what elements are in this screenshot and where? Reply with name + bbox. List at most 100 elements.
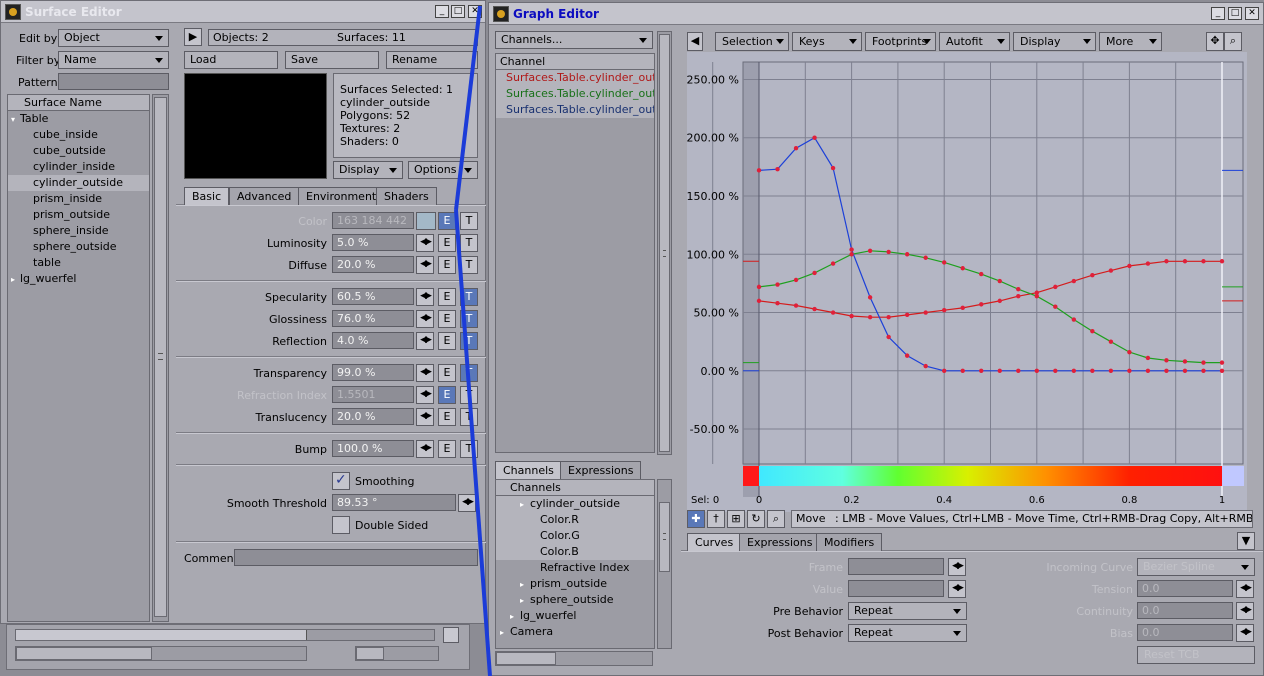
smooth-threshold-slider-icon[interactable]: ◀▶ [458, 494, 476, 512]
curve-key-point[interactable] [775, 167, 780, 172]
param-envelope-button[interactable]: E [438, 364, 456, 382]
param-slider-icon[interactable]: ◀▶ [416, 234, 434, 252]
expand-icon[interactable]: ▸ [510, 609, 520, 625]
value-input[interactable] [848, 580, 944, 597]
curve-key-point[interactable] [1145, 355, 1151, 361]
param-slider-icon[interactable]: ◀▶ [416, 310, 434, 328]
frame-input[interactable] [848, 558, 944, 575]
param-envelope-button[interactable]: E [438, 234, 456, 252]
channel-tree[interactable]: Channels ▸ cylinder_outside Color.R Color.G… [495, 479, 655, 649]
param-texture-button[interactable]: T [460, 408, 478, 426]
close-icon[interactable]: ✕ [1245, 7, 1259, 20]
channel-tree-item[interactable]: Color.R [496, 512, 654, 528]
curve-key-point[interactable] [1108, 339, 1114, 344]
curve-key-point[interactable] [867, 248, 873, 253]
surface-list[interactable]: Surface Name ▾ Table cube_inside cube_outsi… [7, 94, 150, 622]
channel-bin-item[interactable]: Surfaces.Table.cylinder_out ... [496, 102, 654, 118]
curve-key-point[interactable] [1071, 317, 1077, 322]
surface-list-item[interactable]: sphere_outside [8, 239, 149, 255]
curve-key-point[interactable] [756, 168, 762, 173]
curve-key-point[interactable] [793, 277, 799, 283]
param-envelope-button[interactable]: E [438, 288, 456, 306]
graph-editor-titlebar[interactable]: Graph Editor _ □ ✕ [489, 3, 1263, 25]
channels-dropdown[interactable]: Channels... [495, 31, 653, 49]
curve-key-point[interactable] [1164, 358, 1169, 363]
curve-key-point[interactable] [1071, 368, 1077, 373]
channel-tree-item[interactable]: ▸ sphere_outside [496, 592, 654, 608]
channel-tree-item[interactable]: ▸ cylinder_outside [496, 496, 654, 512]
param-slider-icon[interactable]: ◀▶ [416, 440, 434, 458]
param-slider-icon[interactable]: ◀▶ [416, 332, 434, 350]
toolbar-footprints-menu[interactable]: Footprints [865, 32, 936, 51]
curve-key-point[interactable] [1164, 259, 1169, 264]
surface-list-item[interactable]: ▾ Table [8, 111, 149, 127]
param-envelope-button[interactable]: E [438, 310, 456, 328]
param-texture-button[interactable]: T [460, 234, 478, 252]
curve-key-point[interactable] [942, 368, 947, 373]
channel-tree-item[interactable]: ▸ Camera [496, 624, 654, 640]
param-slider-icon[interactable]: ◀▶ [416, 408, 434, 426]
surface-list-item[interactable]: cylinder_outside [8, 175, 149, 191]
curve-key-point[interactable] [812, 135, 817, 140]
curve-key-point[interactable] [1016, 368, 1021, 373]
close-icon[interactable]: ✕ [468, 5, 482, 18]
curve-key-point[interactable] [867, 314, 873, 320]
curve-key-point[interactable] [1182, 368, 1188, 373]
minimize-icon[interactable]: _ [435, 5, 449, 18]
options-dropdown[interactable]: Options [408, 161, 478, 179]
param-slider-icon[interactable]: ◀▶ [416, 386, 434, 404]
curve-key-point[interactable] [1053, 284, 1058, 290]
channel-bin-list[interactable]: Channel Surfaces.Table.cylinder_out ... S… [495, 53, 655, 453]
curve-key-point[interactable] [849, 252, 854, 257]
horizontal-scrollbar[interactable] [15, 646, 307, 661]
curve-key-point[interactable] [979, 271, 984, 277]
curve-key-point[interactable] [979, 302, 984, 307]
curve-key-point[interactable] [923, 310, 928, 315]
tab-channels[interactable]: Channels [495, 461, 562, 479]
surface-list-scrollbar[interactable] [152, 94, 169, 622]
color-envelope-button[interactable]: E [438, 212, 456, 230]
curve-key-point[interactable] [904, 252, 910, 257]
curve-key-point[interactable] [886, 249, 891, 255]
display-dropdown[interactable]: Display [333, 161, 403, 179]
roll-tool-icon[interactable]: ↻ [747, 510, 765, 528]
tension-slider-icon[interactable]: ◀▶ [1236, 580, 1254, 598]
curve-key-point[interactable] [997, 368, 1002, 373]
curve-key-point[interactable] [1053, 368, 1058, 373]
toolbar-display-menu[interactable]: Display [1013, 32, 1096, 51]
curve-key-point[interactable] [923, 255, 928, 260]
param-slider-icon[interactable]: ◀▶ [416, 288, 434, 306]
play-icon[interactable]: ▶ [184, 28, 202, 46]
maximize-icon[interactable]: □ [451, 5, 465, 18]
tab-environment[interactable]: Environment [298, 187, 385, 205]
curve-key-point[interactable] [1071, 278, 1077, 284]
incoming-curve-dropdown[interactable]: Bezier Spline [1137, 558, 1255, 576]
scroll-thumb[interactable] [659, 34, 670, 452]
color-texture-button[interactable]: T [460, 212, 478, 230]
curve-key-point[interactable] [830, 261, 836, 266]
surface-list-item[interactable]: cylinder_inside [8, 159, 149, 175]
frame-slider-icon[interactable]: ◀▶ [948, 558, 966, 576]
curve-key-point[interactable] [997, 298, 1002, 304]
post-behavior-dropdown[interactable]: Repeat [848, 624, 967, 642]
surface-editor-titlebar[interactable]: Surface Editor _ □ ✕ [1, 1, 485, 23]
collapsed-icon[interactable]: ▸ [11, 272, 20, 288]
param-input[interactable]: 5.0 % [332, 234, 414, 251]
tab-advanced[interactable]: Advanced [229, 187, 300, 205]
surface-list-item[interactable]: prism_inside [8, 191, 149, 207]
curve-key-point[interactable] [812, 306, 817, 312]
curve-key-point[interactable] [960, 266, 965, 271]
curve-key-point[interactable] [997, 278, 1002, 284]
surface-list-item[interactable]: cube_outside [8, 143, 149, 159]
curve-key-point[interactable] [1219, 259, 1225, 264]
tab-curves[interactable]: Curves [687, 533, 742, 551]
curve-key-point[interactable] [1182, 359, 1188, 364]
color-swatch[interactable] [416, 212, 436, 230]
curve-key-point[interactable] [1201, 259, 1206, 264]
curve-key-point[interactable] [942, 307, 947, 313]
tab-modifiers[interactable]: Modifiers [816, 533, 883, 551]
curve-key-point[interactable] [849, 313, 854, 319]
param-envelope-button[interactable]: E [438, 256, 456, 274]
expanded-icon[interactable]: ▾ [11, 112, 20, 128]
curve-key-point[interactable] [867, 295, 873, 300]
